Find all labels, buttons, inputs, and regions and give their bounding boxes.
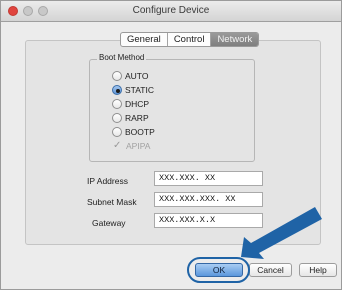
- boot-option-rarp[interactable]: RARP: [112, 112, 149, 124]
- boot-option-label: RARP: [125, 113, 149, 123]
- apipa-label: APIPA: [126, 141, 151, 151]
- ip-address-field[interactable]: XXX.XXX. XX: [154, 171, 263, 186]
- checkmark-icon: ✓: [113, 140, 122, 151]
- boot-method-legend: Boot Method: [97, 53, 147, 62]
- tab-control[interactable]: Control: [168, 33, 212, 46]
- window-title: Configure Device: [132, 5, 210, 16]
- boot-option-label: BOOTP: [125, 127, 155, 137]
- radio-auto[interactable]: [112, 71, 122, 81]
- boot-option-label: STATIC: [125, 85, 154, 95]
- configure-device-window: Configure Device General Control Network…: [0, 0, 342, 290]
- tab-general[interactable]: General: [121, 33, 168, 46]
- apipa-checkbox: ✓ APIPA: [113, 140, 150, 152]
- radio-rarp[interactable]: [112, 113, 122, 123]
- title-bar: Configure Device: [1, 1, 341, 22]
- boot-option-auto[interactable]: AUTO: [112, 70, 148, 82]
- boot-option-label: AUTO: [125, 71, 149, 81]
- boot-option-static[interactable]: STATIC: [112, 84, 154, 96]
- ip-address-label: IP Address: [87, 176, 128, 186]
- boot-option-bootp[interactable]: BOOTP: [112, 126, 155, 138]
- radio-dhcp[interactable]: [112, 99, 122, 109]
- boot-option-label: DHCP: [125, 99, 150, 109]
- tab-bar: General Control Network: [120, 32, 260, 47]
- gateway-label: Gateway: [92, 218, 126, 228]
- radio-bootp[interactable]: [112, 127, 122, 137]
- radio-static[interactable]: [112, 85, 122, 95]
- boot-option-dhcp[interactable]: DHCP: [112, 98, 149, 110]
- subnet-mask-label: Subnet Mask: [87, 197, 137, 207]
- tab-network[interactable]: Network: [211, 33, 259, 46]
- arrow-pointer-icon: [241, 207, 322, 259]
